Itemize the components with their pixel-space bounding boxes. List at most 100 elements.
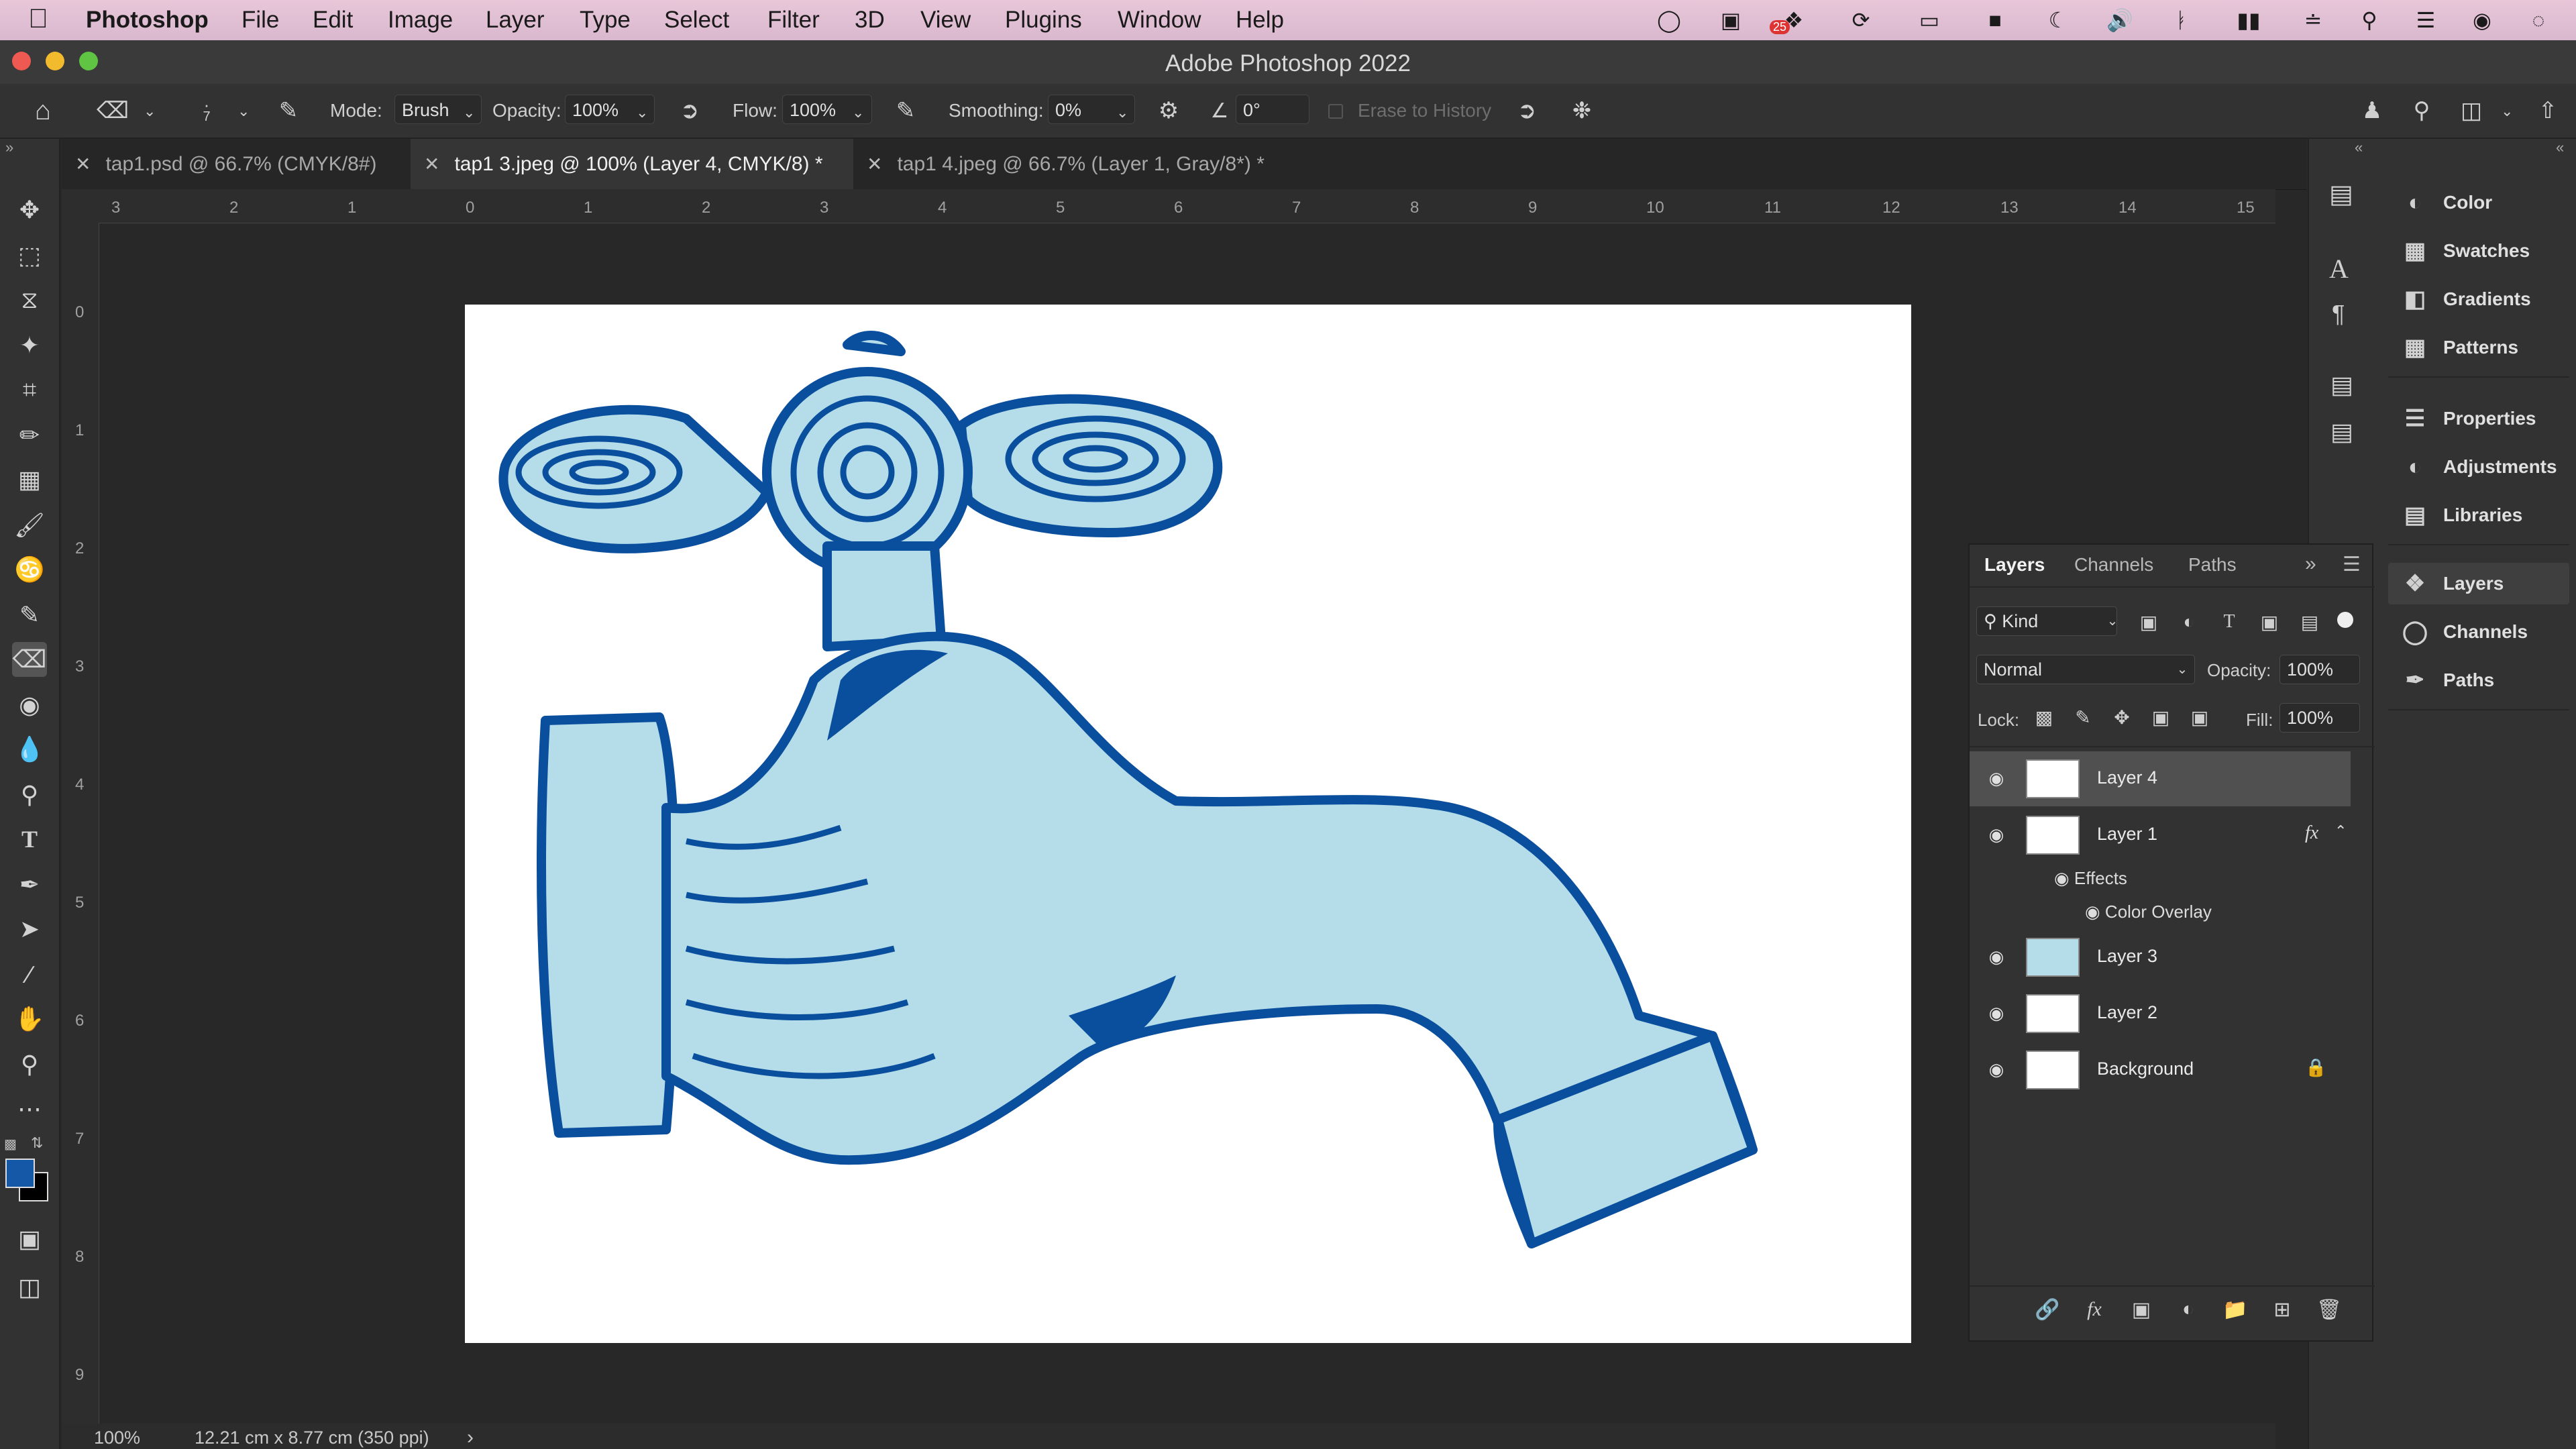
hand-tool-icon[interactable]: ✋ <box>12 1002 47 1036</box>
tab-tap1-3-jpeg[interactable]: ✕ tap1 3.jpeg @ 100% (Layer 4, CMYK/8) * <box>411 139 853 189</box>
pressure-size-icon[interactable]: ➲ <box>1512 96 1542 125</box>
control-center-icon[interactable]: ☰ <box>2412 8 2439 32</box>
filter-kind-select[interactable]: ⚲ Kind <box>1976 606 2117 636</box>
close-tab-icon[interactable]: ✕ <box>75 153 91 175</box>
tab-tap1-psd[interactable]: ✕ tap1.psd @ 66.7% (CMYK/8#) <box>62 139 411 189</box>
symmetry-icon[interactable]: ❉ <box>1567 96 1597 125</box>
close-tab-icon[interactable]: ✕ <box>424 153 439 175</box>
layer-row-layer-4[interactable]: ◉ Layer 4 <box>1970 751 2351 806</box>
character-panel-icon[interactable]: A <box>2329 253 2349 284</box>
menu-layer[interactable]: Layer <box>486 7 545 34</box>
lock-artboard-icon[interactable]: ▣ <box>2149 706 2172 729</box>
add-mask-icon[interactable]: ▣ <box>2128 1296 2155 1323</box>
magic-wand-tool-icon[interactable]: ✦ <box>12 328 47 363</box>
menu-type[interactable]: Type <box>580 7 631 34</box>
user-icon[interactable]: ◌ <box>2525 8 2552 32</box>
panel-color[interactable]: ◐ Color <box>2388 182 2569 223</box>
spotlight-search-icon[interactable]: ⚲ <box>2356 8 2383 32</box>
document-canvas[interactable] <box>465 305 1911 1343</box>
layer-opacity-field[interactable]: 100% <box>2279 655 2360 684</box>
panel-adjustments[interactable]: ◐ Adjustments <box>2388 446 2569 488</box>
menu-image[interactable]: Image <box>388 7 453 34</box>
layer-row-layer-1[interactable]: ◉ Layer 1 fx ⌃ <box>1970 808 2351 863</box>
fx-badge[interactable]: fx <box>2305 822 2318 844</box>
panel-properties[interactable]: ☰ Properties <box>2388 398 2569 439</box>
screen-mirroring-icon[interactable]: ▭ <box>1916 8 1943 32</box>
line-tool-icon[interactable]: ∕ <box>12 957 47 992</box>
moon-icon[interactable]: ☾ <box>2045 8 2072 32</box>
quick-mask-icon[interactable]: ▣ <box>12 1222 47 1256</box>
chevron-down-icon[interactable]: ⌄ <box>237 103 250 120</box>
brush-settings-icon[interactable]: ✎ <box>274 96 303 125</box>
brush-size-picker[interactable]: · 7 <box>192 96 221 125</box>
filter-shape-icon[interactable]: ▣ <box>2258 610 2281 633</box>
crop-tool-icon[interactable]: ⌗ <box>12 372 47 407</box>
move-tool-icon[interactable]: ✥ <box>12 193 47 227</box>
sync-icon[interactable]: ⟳ <box>1847 8 1874 32</box>
collapse-effects-icon[interactable]: ⌃ <box>2334 822 2347 840</box>
history-brush-tool-icon[interactable]: ✎ <box>12 598 47 633</box>
filter-pixel-icon[interactable]: ▣ <box>2137 610 2160 633</box>
apple-menu-icon[interactable]:  <box>28 4 48 34</box>
path-selection-tool-icon[interactable]: ➤ <box>12 912 47 947</box>
brush-tool-icon[interactable]: 🖌 <box>12 508 47 543</box>
panel-gradients[interactable]: ◧ Gradients <box>2388 278 2569 320</box>
screen-mode-icon[interactable]: ◫ <box>12 1270 47 1305</box>
chevron-down-icon[interactable]: ⌄ <box>2501 103 2513 120</box>
home-icon[interactable]: ⌂ <box>28 96 58 125</box>
zoom-tool-icon[interactable]: ⚲ <box>12 1047 47 1082</box>
link-layers-icon[interactable]: 🔗 <box>2034 1296 2061 1323</box>
blur-tool-icon[interactable]: 💧 <box>12 732 47 767</box>
visibility-eye-icon[interactable]: ◉ <box>1984 1059 2008 1079</box>
add-style-icon[interactable]: fx <box>2081 1296 2108 1323</box>
video-icon[interactable]: ▣ <box>1717 8 1744 32</box>
battery-icon[interactable]: ▮▮ <box>2227 8 2270 32</box>
swap-colors-icon[interactable]: ⇅ <box>31 1134 43 1152</box>
close-tab-icon[interactable]: ✕ <box>867 153 882 175</box>
siri-icon[interactable]: ◉ <box>2469 8 2496 32</box>
wifi-icon[interactable]: ≐ <box>2300 8 2326 32</box>
lock-position-icon[interactable]: ✥ <box>2110 706 2133 729</box>
collapse-dock-icon[interactable]: « <box>2556 139 2564 156</box>
paint-bucket-tool-icon[interactable]: ◉ <box>12 688 47 722</box>
frame-tool-icon[interactable]: ▦ <box>12 462 47 497</box>
panel-paths[interactable]: ✒ Paths <box>2388 659 2569 701</box>
default-colors-icon[interactable]: ▩ <box>4 1136 17 1152</box>
airbrush-icon[interactable]: ✎ <box>891 96 920 125</box>
menu-select[interactable]: Select <box>664 7 729 34</box>
bluetooth-icon[interactable]: ᛓ <box>2168 8 2195 32</box>
search-icon[interactable]: ⚲ <box>2407 96 2436 125</box>
menu-photoshop[interactable]: Photoshop <box>86 7 209 34</box>
layer-row-background[interactable]: ◉ Background 🔒 <box>1970 1042 2351 1097</box>
tab-paths[interactable]: Paths <box>2188 554 2237 576</box>
share-icon[interactable]: ⇧ <box>2533 96 2563 125</box>
notes-panel-icon[interactable]: ▤ <box>2330 418 2353 446</box>
more-tools-icon[interactable]: ⋯ <box>12 1091 47 1126</box>
menu-file[interactable]: File <box>241 7 279 34</box>
marquee-tool-icon[interactable]: ⬚ <box>12 238 47 273</box>
eraser-preset-icon[interactable]: ⌫ <box>97 96 129 125</box>
gear-icon[interactable]: ⚙ <box>1154 96 1183 125</box>
filter-adjustment-icon[interactable]: ◐ <box>2178 610 2200 633</box>
panel-layers[interactable]: ❖ Layers <box>2388 563 2569 604</box>
new-group-icon[interactable]: 📁 <box>2222 1296 2249 1323</box>
tab-layers[interactable]: Layers <box>1984 554 2045 576</box>
type-tool-icon[interactable]: T <box>12 822 47 857</box>
menu-help[interactable]: Help <box>1236 7 1284 34</box>
layer-row-layer-3[interactable]: ◉ Layer 3 <box>1970 930 2351 985</box>
clone-stamp-tool-icon[interactable]: ♋ <box>12 552 47 587</box>
expand-panel-icon[interactable]: » <box>2305 553 2316 576</box>
status-menu-arrow[interactable]: › <box>467 1426 474 1449</box>
new-layer-icon[interactable]: ⊞ <box>2269 1296 2296 1323</box>
menu-view[interactable]: View <box>920 7 971 34</box>
lock-image-icon[interactable]: ✎ <box>2072 706 2094 729</box>
menu-3d[interactable]: 3D <box>855 7 885 34</box>
paragraph-panel-icon[interactable]: ¶ <box>2332 300 2345 328</box>
creative-cloud-icon[interactable]: ◯ <box>1656 8 1682 32</box>
new-adjustment-icon[interactable]: ◐ <box>2175 1296 2202 1323</box>
lock-icon[interactable]: 🔒 <box>2305 1057 2326 1078</box>
expand-toolbar-icon[interactable]: » <box>5 139 13 156</box>
workspace-icon[interactable]: ◫ <box>2457 96 2486 125</box>
panel-menu-icon[interactable]: ☰ <box>2343 553 2361 576</box>
filter-smart-object-icon[interactable]: ▤ <box>2298 610 2321 633</box>
